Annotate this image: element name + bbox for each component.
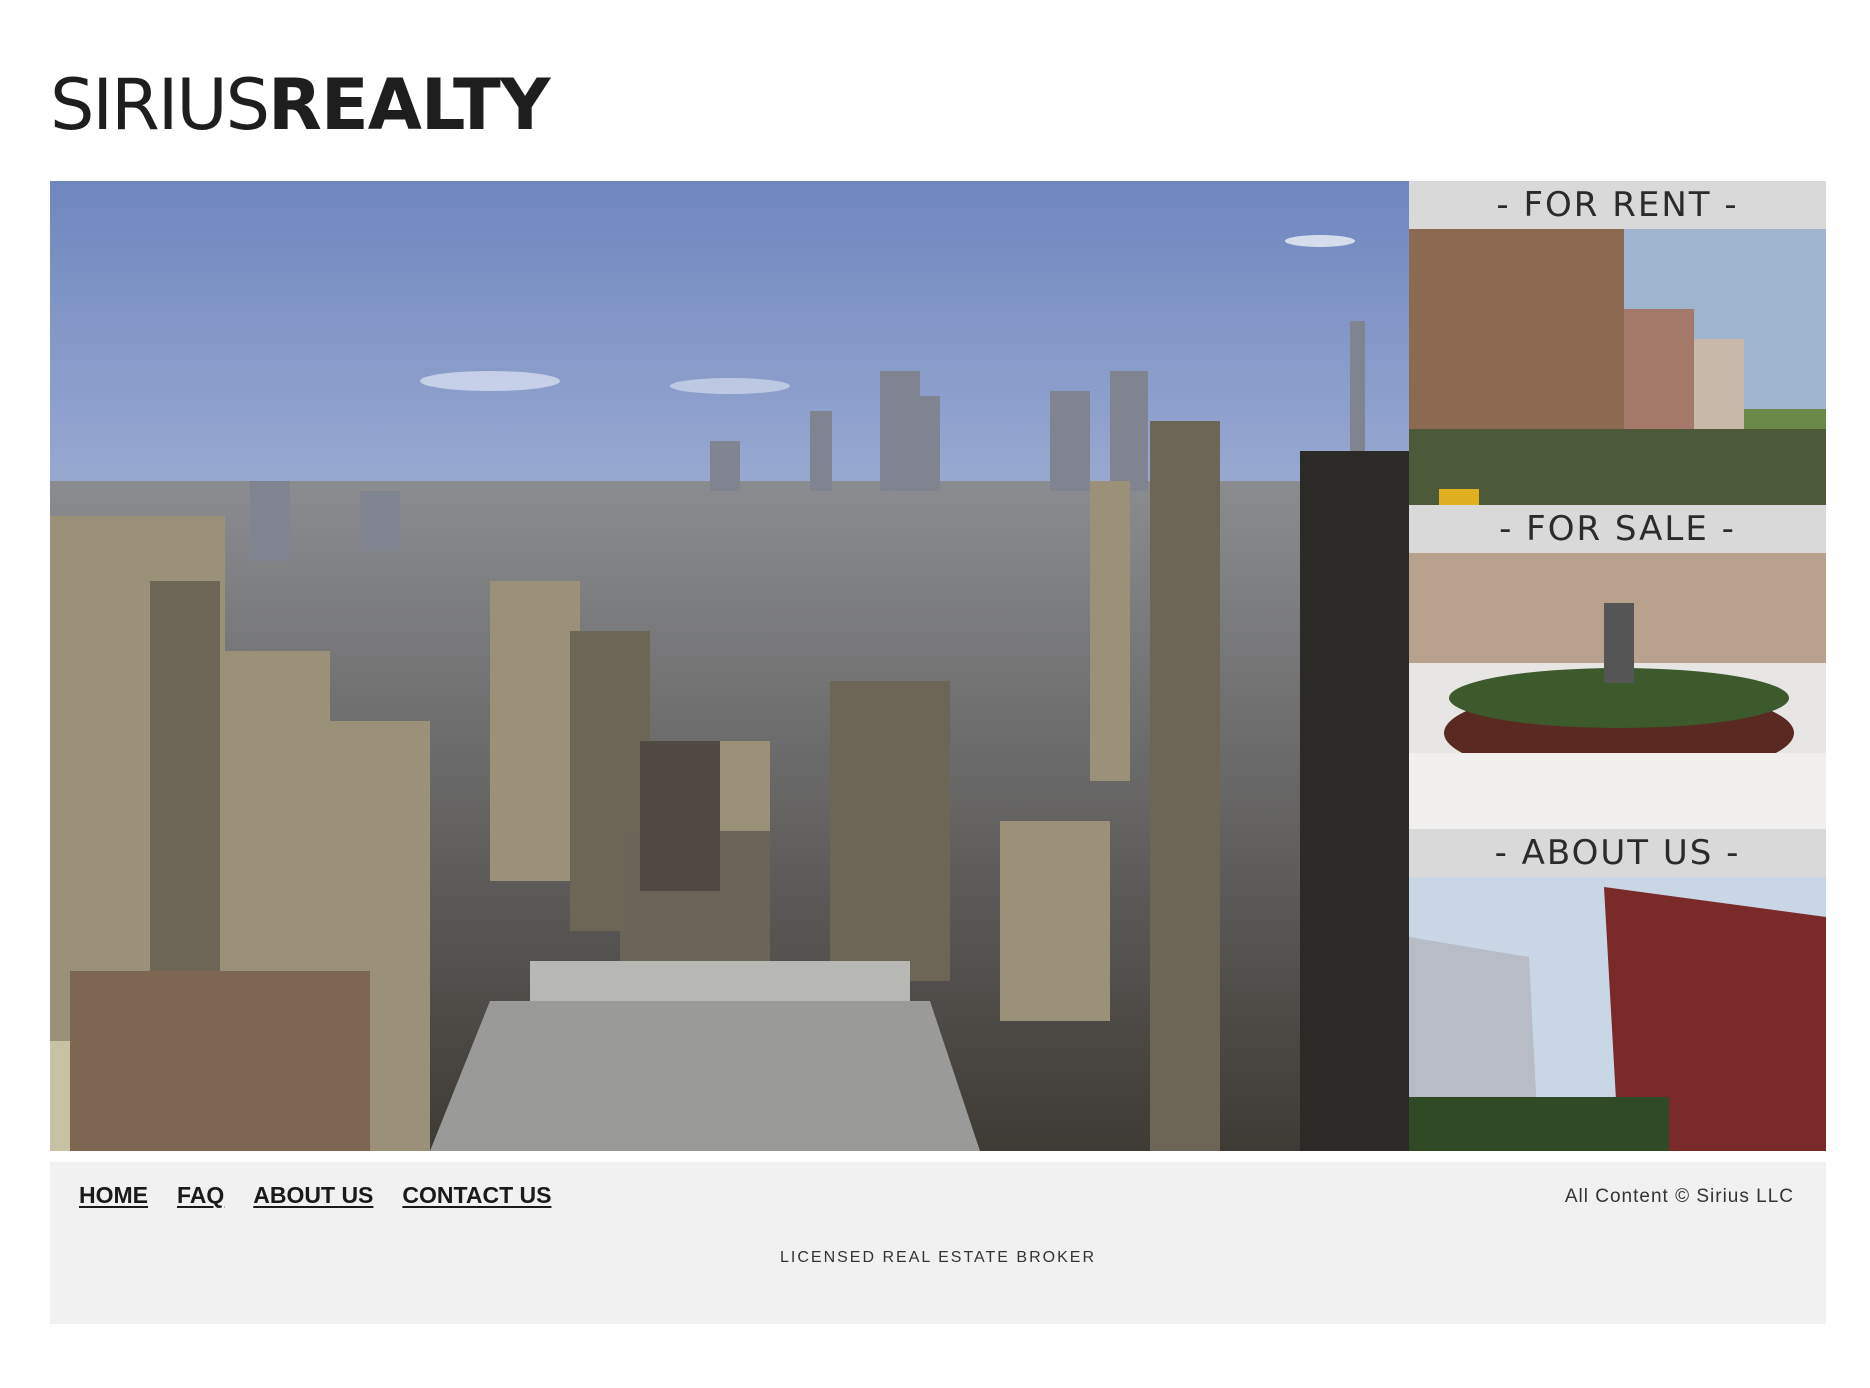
tile-about-us[interactable]: - ABOUT US - — [1409, 829, 1826, 1151]
about-us-photo — [1409, 877, 1826, 1151]
side-panel: - FOR RENT - - FOR SALE - - ABOUT US - — [1409, 181, 1826, 1151]
nav-link-home[interactable]: HOME — [79, 1182, 148, 1209]
site-logo[interactable]: SIRIUS REALTY — [50, 64, 550, 146]
license-text: LICENSED REAL ESTATE BROKER — [780, 1249, 1096, 1266]
tile-label-about-us: - ABOUT US - — [1409, 829, 1826, 877]
hero-image-skyline — [50, 181, 1409, 1151]
for-sale-photo — [1409, 553, 1826, 829]
nav-link-faq[interactable]: FAQ — [177, 1182, 224, 1209]
page: SIRIUS REALTY - FOR RENT - - FOR SALE - … — [0, 0, 1870, 1388]
for-rent-photo — [1409, 229, 1826, 505]
copyright-text: All Content © Sirius LLC — [1564, 1186, 1794, 1207]
tile-for-sale[interactable]: - FOR SALE - — [1409, 505, 1826, 829]
tile-for-rent[interactable]: - FOR RENT - — [1409, 181, 1826, 505]
nav-link-contact-us[interactable]: CONTACT US — [402, 1182, 551, 1209]
logo-text-light: SIRIUS — [50, 64, 270, 146]
footer: HOME FAQ ABOUT US CONTACT US All Content… — [50, 1162, 1826, 1324]
logo-text-bold: REALTY — [268, 64, 550, 146]
nav-link-about-us[interactable]: ABOUT US — [253, 1182, 373, 1209]
tile-label-for-rent: - FOR RENT - — [1409, 181, 1826, 229]
tile-label-for-sale: - FOR SALE - — [1409, 505, 1826, 553]
footer-nav: HOME FAQ ABOUT US CONTACT US — [79, 1182, 580, 1209]
